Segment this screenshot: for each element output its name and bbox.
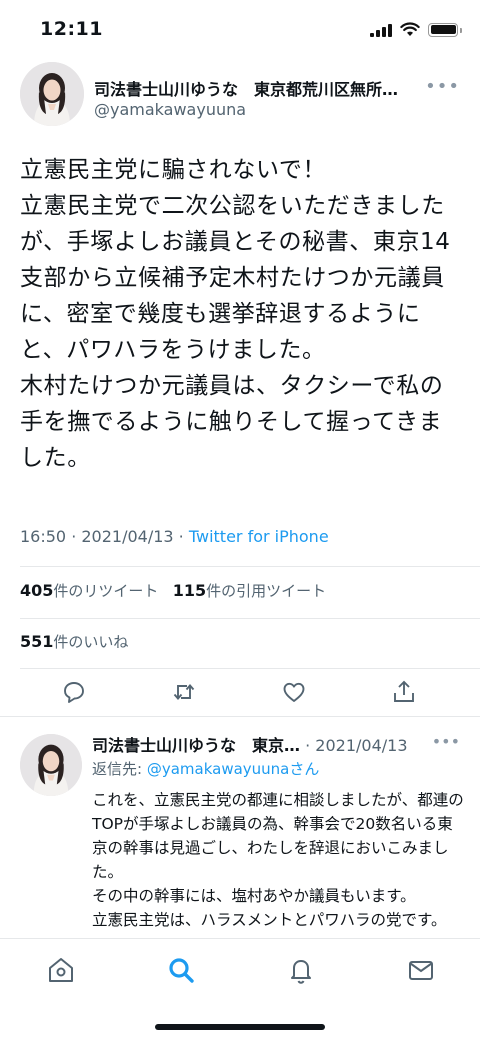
likes-stats[interactable]: 551件のいいね	[20, 631, 128, 652]
bell-icon[interactable]	[286, 955, 316, 985]
share-icon[interactable]	[390, 678, 418, 706]
envelope-icon[interactable]	[406, 955, 436, 985]
wifi-icon	[400, 22, 420, 36]
tweet-text: 立憲民主党に騙されないで！ 立憲民主党で二次公認をいただきましたが、手塚よしお議…	[20, 157, 451, 471]
status-bar: 12:11	[0, 0, 480, 60]
divider	[20, 566, 480, 567]
action-bar	[0, 672, 480, 712]
reply-to: 返信先: @yamakawayuunaさん	[92, 758, 319, 779]
reply-to-handle[interactable]: @yamakawayuuna	[147, 760, 290, 778]
status-icons	[370, 22, 462, 37]
reply-author-name[interactable]: 司法書士山川ゆうな 東京…	[92, 736, 300, 755]
search-icon[interactable]	[166, 955, 196, 985]
battery-icon	[428, 22, 462, 37]
reply-text: これを、立憲民主党の都連に相談しましたが、都連のTOPが手塚よしお議員の為、幹事…	[92, 791, 464, 929]
reply-icon[interactable]	[60, 678, 88, 706]
divider	[0, 716, 480, 717]
tweet-date: 2021/04/13	[81, 527, 174, 546]
author-handle[interactable]: @yamakawayuuna	[94, 100, 246, 119]
author-avatar[interactable]	[20, 62, 84, 126]
meta-separator: ·	[66, 527, 82, 546]
quotes-label: 件の引用ツイート	[206, 582, 327, 600]
tweet-time: 16:50	[20, 527, 67, 546]
reply-avatar[interactable]	[20, 734, 82, 796]
more-icon[interactable]: •••	[425, 76, 460, 97]
home-indicator	[155, 1024, 325, 1030]
retweet-icon[interactable]	[170, 678, 198, 706]
divider	[20, 668, 480, 669]
tab-bar	[0, 938, 480, 1039]
likes-label: 件のいいね	[53, 633, 129, 651]
signal-icon	[370, 23, 392, 37]
heart-icon[interactable]	[280, 678, 308, 706]
retweets-count: 405	[20, 581, 54, 600]
reply-to-label: 返信先:	[92, 760, 147, 778]
likes-count: 551	[20, 632, 54, 651]
retweets-label: 件のリツイート	[53, 582, 159, 600]
tweet-meta: 16:50 · 2021/04/13 · Twitter for iPhone	[20, 527, 329, 546]
meta-separator: ·	[173, 527, 189, 546]
quotes-count: 115	[172, 581, 207, 600]
tweet-source[interactable]: Twitter for iPhone	[189, 527, 329, 546]
more-icon[interactable]: •••	[432, 732, 460, 751]
status-time: 12:11	[40, 18, 103, 40]
reply-tweet[interactable]: 司法書士山川ゆうな 東京… · 2021/04/13 ••• 返信先: @yam…	[0, 718, 480, 938]
tweet-header: 司法書士山川ゆうな 東京都荒川区無所… @yamakawayuuna •••	[20, 62, 460, 132]
reply-to-suffix: さん	[289, 760, 320, 778]
home-icon[interactable]	[46, 955, 76, 985]
divider	[20, 618, 480, 619]
author-name[interactable]: 司法書士山川ゆうな 東京都荒川区無所…	[94, 76, 430, 100]
reply-date: · 2021/04/13	[300, 736, 408, 755]
reply-header: 司法書士山川ゆうな 東京… · 2021/04/13	[92, 732, 460, 756]
retweet-stats[interactable]: 405件のリツイート 115件の引用ツイート	[20, 580, 326, 601]
